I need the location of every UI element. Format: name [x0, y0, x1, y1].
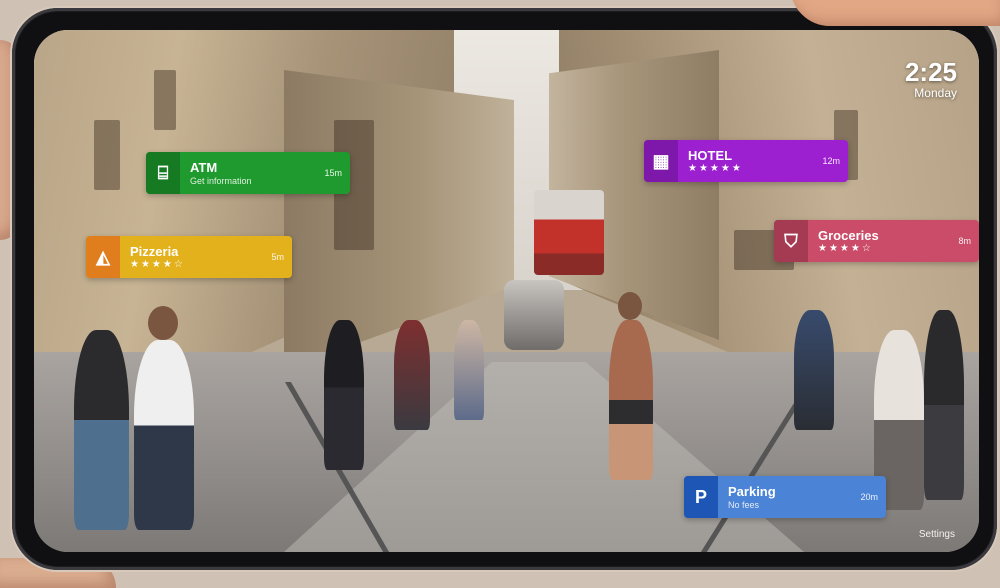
window	[94, 120, 120, 190]
pedestrian	[134, 340, 194, 530]
pedestrian-head	[148, 306, 178, 340]
pedestrian	[394, 320, 430, 430]
status-clock: 2:25 Monday	[905, 58, 957, 100]
hotel-icon: ▦	[644, 140, 678, 182]
ar-label-groceries[interactable]: ⛉ Groceries ★★★★☆ 8m	[774, 220, 979, 262]
corner-caption: Settings	[918, 529, 955, 540]
hand-finger-top-right	[790, 0, 1000, 26]
pizza-icon: ◭	[86, 236, 120, 278]
ar-label-distance: 5m	[271, 252, 284, 262]
parking-icon: P	[684, 476, 718, 518]
ar-label-name: Groceries	[818, 227, 879, 243]
ar-label-rating: ★★★★★	[688, 162, 743, 174]
ar-label-name: Pizzeria	[130, 243, 179, 259]
ar-label-name: ATM	[190, 159, 218, 175]
building-left-far	[284, 70, 514, 370]
pedestrian	[324, 320, 364, 470]
pedestrian	[924, 310, 964, 500]
ar-label-atm[interactable]: ⌸ ATM Get information 15m	[146, 152, 350, 194]
ar-label-name: HOTEL	[688, 147, 733, 163]
ar-label-distance: 15m	[324, 168, 342, 178]
ar-label-subtitle: No fees	[728, 499, 760, 510]
ar-label-hotel[interactable]: ▦ HOTEL ★★★★★ 12m	[644, 140, 848, 182]
ar-label-distance: 20m	[860, 492, 878, 502]
pedestrian	[609, 320, 653, 480]
ar-label-distance: 12m	[822, 156, 840, 166]
atm-icon: ⌸	[146, 152, 180, 194]
ar-label-parking[interactable]: P Parking No fees 20m	[684, 476, 886, 518]
bus	[534, 190, 604, 275]
car	[504, 280, 564, 350]
ar-label-rating: ★★★★☆	[130, 258, 185, 270]
pedestrian	[74, 330, 129, 530]
ar-label-pizzeria[interactable]: ◭ Pizzeria ★★★★☆ 5m	[86, 236, 292, 278]
clock-time: 2:25	[904, 57, 957, 87]
window	[154, 70, 176, 130]
pedestrian-head	[618, 292, 642, 320]
shopping-bag-icon: ⛉	[774, 220, 808, 262]
clock-day: Monday	[914, 86, 957, 100]
ar-label-rating: ★★★★☆	[818, 242, 873, 254]
ar-label-subtitle: Get information	[190, 175, 252, 186]
pedestrian	[454, 320, 484, 420]
pedestrian	[794, 310, 834, 430]
ar-label-distance: 8m	[958, 236, 971, 246]
ar-label-name: Parking	[728, 483, 776, 499]
ar-camera-view[interactable]: ⌸ ATM Get information 15m ◭ Pizzeria ★★★…	[34, 30, 979, 552]
